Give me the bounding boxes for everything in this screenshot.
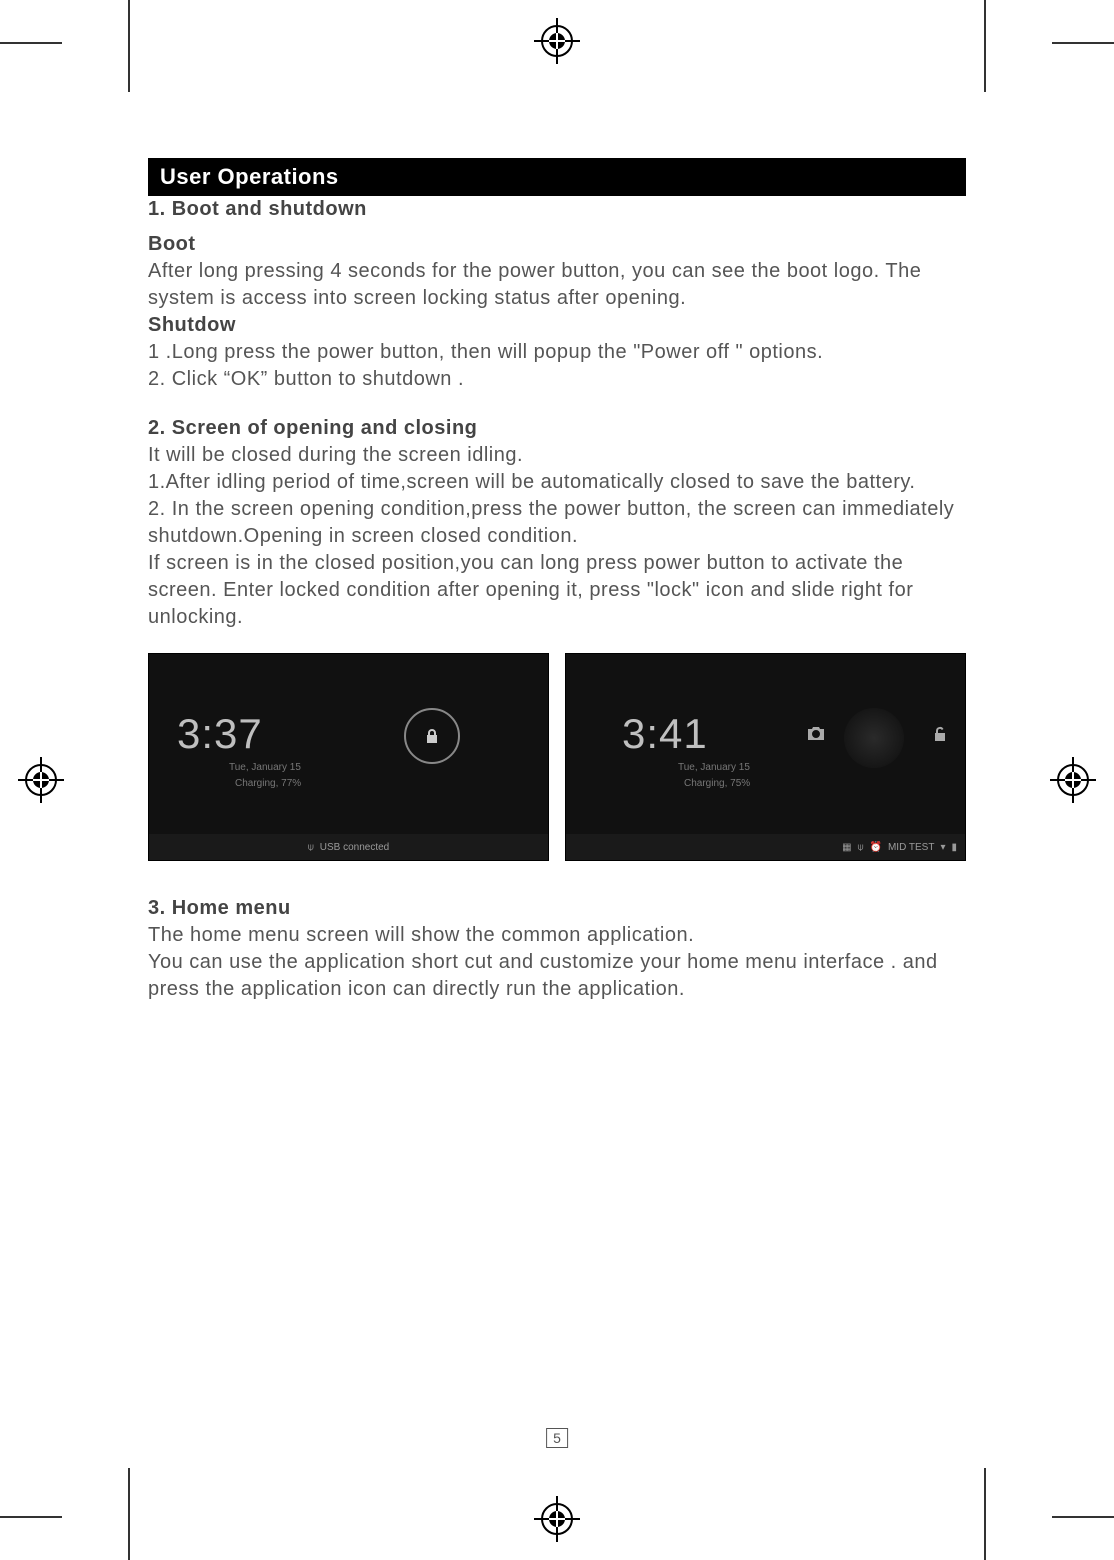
crop-mark bbox=[984, 1468, 986, 1560]
lockscreen-screenshot-2: 3:41 Tue, January 15 Charging, 75% ▦ ⍦ ⏰… bbox=[565, 653, 966, 861]
usb-icon: ⍦ bbox=[858, 842, 864, 853]
clock-time: 3:41 bbox=[622, 710, 708, 758]
unlock-ring-dots[interactable] bbox=[844, 708, 904, 768]
crop-mark bbox=[1052, 42, 1114, 44]
page-number: 5 bbox=[546, 1428, 568, 1448]
lock-ring[interactable] bbox=[404, 708, 460, 764]
paragraph: After long pressing 4 seconds for the po… bbox=[148, 258, 966, 312]
crop-mark bbox=[128, 1468, 130, 1560]
status-bar: ⍦ USB connected bbox=[149, 834, 548, 860]
charging-status: Charging, 77% bbox=[235, 778, 301, 789]
paragraph: 2. Click “OK” button to shutdown . bbox=[148, 366, 966, 393]
paragraph: 2. In the screen opening condition,press… bbox=[148, 496, 966, 550]
charging-status: Charging, 75% bbox=[684, 778, 750, 789]
clock-date: Tue, January 15 bbox=[229, 762, 301, 773]
paragraph: The home menu screen will show the commo… bbox=[148, 922, 966, 949]
unlock-icon[interactable] bbox=[933, 726, 947, 747]
crop-mark bbox=[0, 1516, 62, 1518]
heading-boot: Boot bbox=[148, 231, 966, 258]
status-bar: ▦ ⍦ ⏰ MID TEST ▾ ▮ bbox=[566, 834, 965, 860]
registration-mark-icon bbox=[18, 757, 64, 803]
battery-icon: ▮ bbox=[951, 842, 957, 853]
heading-screen-open-close: 2. Screen of opening and closing bbox=[148, 415, 966, 442]
wifi-icon: ▾ bbox=[940, 842, 945, 853]
section-title: User Operations bbox=[148, 158, 966, 196]
crop-mark bbox=[0, 42, 62, 44]
camera-icon[interactable] bbox=[806, 726, 826, 747]
alarm-icon: ⏰ bbox=[870, 842, 882, 853]
clock-date: Tue, January 15 bbox=[678, 762, 750, 773]
crop-mark bbox=[128, 0, 130, 92]
usb-icon: ⍦ bbox=[308, 842, 314, 853]
grid-icon: ▦ bbox=[842, 842, 851, 853]
registration-mark-icon bbox=[1050, 757, 1096, 803]
registration-mark-icon bbox=[534, 18, 580, 64]
heading-boot-shutdown: 1. Boot and shutdown bbox=[148, 196, 966, 223]
registration-mark-icon bbox=[534, 1496, 580, 1542]
paragraph: 1.After idling period of time,screen wil… bbox=[148, 469, 966, 496]
paragraph: It will be closed during the screen idli… bbox=[148, 442, 966, 469]
page-content: User Operations 1. Boot and shutdown Boo… bbox=[148, 158, 966, 1003]
crop-mark bbox=[984, 0, 986, 92]
heading-shutdown: Shutdow bbox=[148, 312, 966, 339]
paragraph: 1 .Long press the power button, then wil… bbox=[148, 339, 966, 366]
clock-time: 3:37 bbox=[177, 710, 263, 758]
lock-icon bbox=[406, 710, 458, 762]
screenshot-row: 3:37 Tue, January 15 Charging, 77% ⍦ USB… bbox=[148, 653, 966, 861]
crop-mark bbox=[1052, 1516, 1114, 1518]
paragraph: You can use the application short cut an… bbox=[148, 949, 966, 1003]
status-text: MID TEST bbox=[888, 842, 934, 853]
status-text: USB connected bbox=[320, 842, 390, 853]
heading-home-menu: 3. Home menu bbox=[148, 895, 966, 922]
paragraph: If screen is in the closed position,you … bbox=[148, 550, 966, 631]
lockscreen-screenshot-1: 3:37 Tue, January 15 Charging, 77% ⍦ USB… bbox=[148, 653, 549, 861]
